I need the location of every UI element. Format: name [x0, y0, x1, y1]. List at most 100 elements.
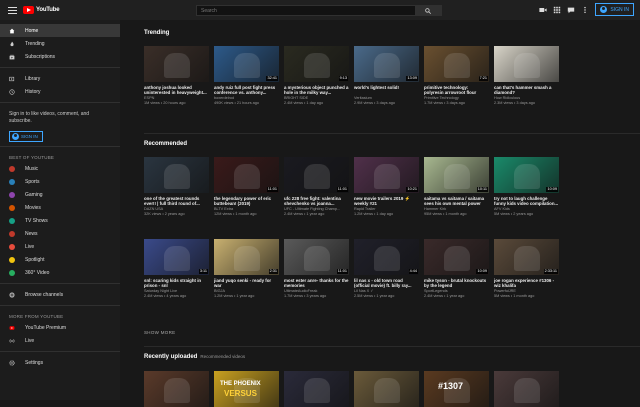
video-title[interactable]: jiand yuqo senki - ready for war [214, 278, 279, 288]
sidebar-sign-in-button[interactable]: SIGN IN [9, 131, 43, 142]
video-title[interactable]: try not to laugh challenge funny kids vi… [494, 196, 559, 206]
sidebar-item-youtube-premium[interactable]: YouTube Premium [0, 321, 120, 334]
video-thumbnail[interactable]: 10:21 [354, 157, 419, 193]
video-card[interactable] [494, 371, 559, 407]
sidebar-item-spotlight[interactable]: Spotlight [0, 253, 120, 266]
sidebar-item-360-video[interactable]: 360° Video [0, 266, 120, 279]
video-duration: 10:09 [476, 269, 488, 274]
video-card[interactable] [144, 371, 209, 407]
video-thumbnail[interactable] [144, 46, 209, 82]
sidebar-item-home[interactable]: Home [0, 24, 120, 37]
video-title[interactable]: a mysterious object punched a hole in th… [284, 85, 349, 95]
video-thumbnail[interactable]: 7:21 [424, 46, 489, 82]
search-button[interactable] [415, 6, 441, 15]
video-title[interactable]: world's lightest solid! [354, 85, 419, 95]
video-thumbnail[interactable]: 32:41 [214, 46, 279, 82]
video-card[interactable]: 7:21 primitive technology: polyresin arro… [424, 46, 489, 106]
account-icon [12, 133, 19, 140]
sidebar-item-live[interactable]: Live [0, 240, 120, 253]
video-card[interactable] [354, 371, 419, 407]
video-card[interactable]: 10:09 mike tyson - brutal knockouts by th… [424, 239, 489, 299]
video-card[interactable]: 10:21 new movie trailers 2019 ⚡ weekly #2… [354, 157, 419, 217]
video-card[interactable]: 11:01 ufc 228 free fight: valentina shevc… [284, 157, 349, 217]
video-card[interactable]: 32:41 andy ruiz full post fight press con… [214, 46, 279, 106]
video-card[interactable]: can that's hammer smash a diamond?How Ri… [494, 46, 559, 106]
sidebar-item-settings[interactable]: Settings [0, 356, 120, 369]
video-thumbnail[interactable]: THE PHOENIXVERSUS [214, 371, 279, 407]
video-title[interactable]: most ester anre- thanks for the memories [284, 278, 349, 288]
video-card[interactable] [284, 371, 349, 407]
sidebar-item-music[interactable]: Music [0, 162, 120, 175]
video-title[interactable]: anthony joshua looked uninterested in he… [144, 85, 209, 95]
sidebar-item-trending[interactable]: Trending [0, 37, 120, 50]
video-card[interactable]: 10:09 try not to laugh challenge funny ki… [494, 157, 559, 217]
hamburger-menu-icon[interactable] [8, 7, 17, 14]
video-thumbnail[interactable]: 2:31 [214, 239, 279, 275]
video-card[interactable]: 11:01 most ester anre- thanks for the mem… [284, 239, 349, 299]
recently-uploaded-title[interactable]: Recently uploadedRecommended videos [144, 354, 245, 360]
video-title[interactable]: one of the greatest rounds ever!! | full… [144, 196, 209, 206]
apps-grid-icon[interactable] [553, 6, 561, 14]
trending-section-title[interactable]: Trending [144, 30, 169, 36]
video-title[interactable]: mike tyson - brutal knockouts by the leg… [424, 278, 489, 288]
video-thumbnail[interactable] [284, 371, 349, 407]
video-title[interactable]: new movie trailers 2019 ⚡ weekly #21 [354, 196, 419, 206]
video-thumbnail[interactable]: 11:01 [284, 157, 349, 193]
video-thumbnail[interactable]: #1307 [424, 371, 489, 407]
video-card[interactable]: 2:33:11 joe rogan experience #1306 - wiz … [494, 239, 559, 299]
sidebar-item-sports[interactable]: Sports [0, 175, 120, 188]
video-title[interactable]: primitive technology: polyresin arrowroo… [424, 85, 489, 95]
video-card[interactable]: 3:11 snl: scaring kids straight in prison… [144, 239, 209, 299]
video-card[interactable]: 13:09world's lightest solid!Veritasium2.… [354, 46, 419, 106]
video-thumbnail[interactable]: 10:09 [494, 157, 559, 193]
video-thumbnail[interactable] [494, 46, 559, 82]
video-card[interactable]: anthony joshua looked uninterested in he… [144, 46, 209, 106]
sidebar-item-library[interactable]: Library [0, 72, 120, 85]
video-thumbnail[interactable]: 3:11 [144, 239, 209, 275]
video-thumbnail[interactable] [144, 157, 209, 193]
sidebar-item-news[interactable]: News [0, 227, 120, 240]
video-card[interactable]: 10:11 saitama vs saitama / saitama sees h… [424, 157, 489, 217]
sidebar-item-browse-channels[interactable]: Browse channels [0, 288, 120, 301]
video-card[interactable]: one of the greatest rounds ever!! | full… [144, 157, 209, 217]
video-title[interactable]: saitama vs saitama / saitama sees his ow… [424, 196, 489, 206]
more-options-icon[interactable] [581, 6, 589, 14]
sidebar-item-movies[interactable]: Movies [0, 201, 120, 214]
sidebar-item-tv-shows[interactable]: TV Shows [0, 214, 120, 227]
video-card[interactable]: 4:44 lil nas x - old town road (official … [354, 239, 419, 299]
create-video-icon[interactable] [539, 6, 547, 14]
messages-icon[interactable] [567, 6, 575, 14]
video-title[interactable]: ufc 228 free fight: valentina shevchenko… [284, 196, 349, 206]
video-card[interactable]: 9:13 a mysterious object punched a hole i… [284, 46, 349, 106]
video-card[interactable]: #1307 [424, 371, 489, 407]
thumbnail-text: VERSUS [224, 389, 257, 398]
youtube-logo[interactable]: YouTube [23, 6, 59, 14]
video-thumbnail[interactable]: 11:01 [214, 157, 279, 193]
video-thumbnail[interactable]: 4:44 [354, 239, 419, 275]
video-title[interactable]: andy ruiz full post fight press conferen… [214, 85, 279, 95]
search-input[interactable] [197, 6, 415, 15]
sidebar-item-live[interactable]: Live [0, 334, 120, 347]
video-title[interactable]: snl: scaring kids straight in prison - s… [144, 278, 209, 288]
video-thumbnail[interactable]: 9:13 [284, 46, 349, 82]
video-card[interactable]: 11:01 the legendary power of eric buttebe… [214, 157, 279, 217]
sidebar-item-history[interactable]: History [0, 85, 120, 98]
video-card[interactable]: THE PHOENIXVERSUS [214, 371, 279, 407]
video-card[interactable]: 2:31jiand yuqo senki - ready for warBIGJ… [214, 239, 279, 299]
video-thumbnail[interactable] [144, 371, 209, 407]
video-thumbnail[interactable]: 2:33:11 [494, 239, 559, 275]
sign-in-button[interactable]: SIGN IN [595, 3, 634, 16]
video-thumbnail[interactable]: 13:09 [354, 46, 419, 82]
video-thumbnail[interactable]: 10:11 [424, 157, 489, 193]
sidebar-item-subscriptions[interactable]: Subscriptions [0, 50, 120, 63]
video-title[interactable]: lil nas x - old town road (official movi… [354, 278, 419, 288]
video-thumbnail[interactable] [494, 371, 559, 407]
video-title[interactable]: can that's hammer smash a diamond? [494, 85, 559, 95]
video-title[interactable]: the legendary power of eric buttebean! (… [214, 196, 279, 206]
video-thumbnail[interactable]: 10:09 [424, 239, 489, 275]
video-thumbnail[interactable]: 11:01 [284, 239, 349, 275]
video-title[interactable]: joe rogan experience #1306 - wiz khalifa [494, 278, 559, 288]
show-more-button[interactable]: SHOW MORE [144, 330, 175, 335]
sidebar-item-gaming[interactable]: Gaming [0, 188, 120, 201]
video-thumbnail[interactable] [354, 371, 419, 407]
